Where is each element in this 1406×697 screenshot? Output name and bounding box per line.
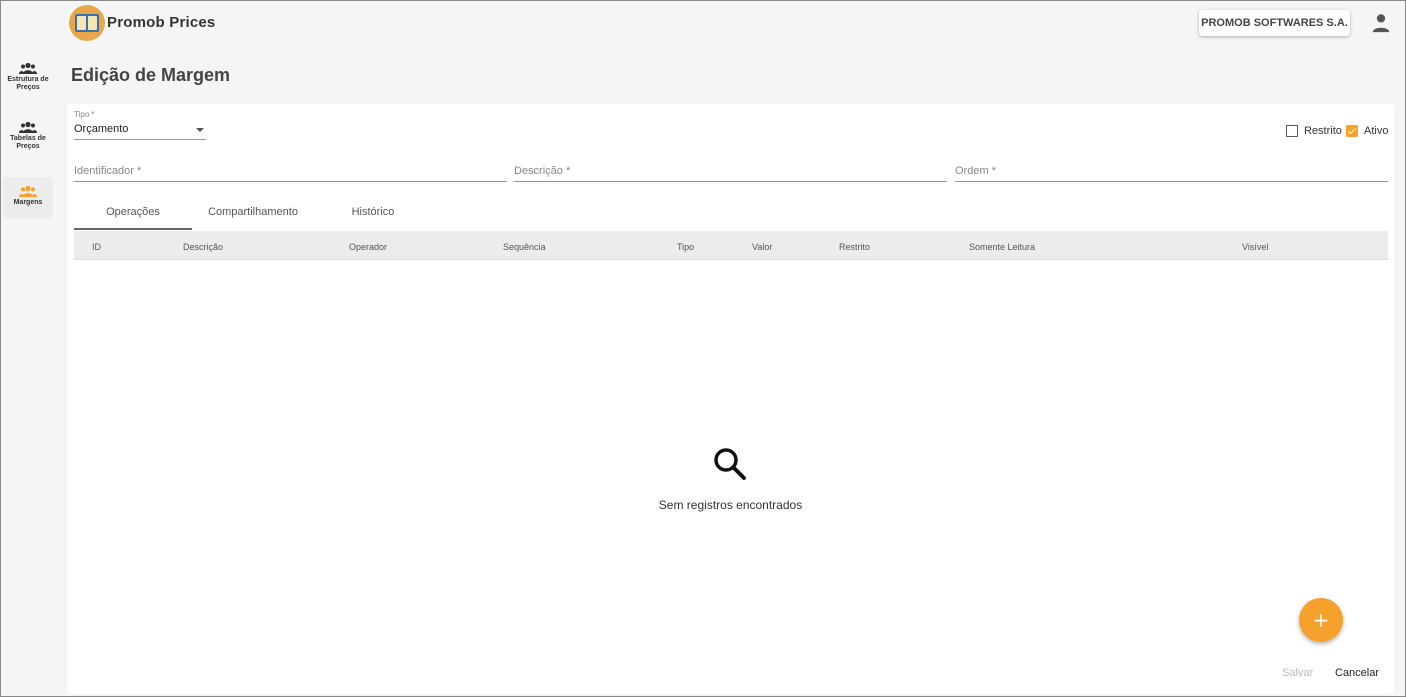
descricao-underline — [514, 181, 947, 182]
column-header-visivel[interactable]: Visível — [1242, 242, 1268, 252]
group-icon — [19, 121, 37, 133]
column-header-restrito[interactable]: Restrito — [839, 242, 870, 252]
column-header-descricao[interactable]: Descrição — [183, 242, 223, 252]
sidebar-item-label: Tabelas de — [10, 135, 46, 142]
tab-operacoes[interactable]: Operações — [74, 206, 192, 218]
empty-state-message: Sem registros encontrados — [658, 498, 803, 512]
search-icon — [714, 448, 746, 480]
tipo-select[interactable]: Orçamento — [74, 123, 128, 135]
tipo-underline — [74, 139, 206, 140]
top-bar: Promob Prices PROMOB SOFTWARES S.A. — [1, 1, 1405, 46]
sidebar: Estrutura de Preços Tabelas de Preços Ma… — [1, 46, 53, 696]
page-title: Edição de Margem — [71, 65, 231, 85]
column-header-valor[interactable]: Valor — [752, 242, 772, 252]
column-header-somente-leitura[interactable]: Somente Leitura — [969, 242, 1035, 252]
chevron-down-icon[interactable] — [196, 128, 204, 132]
ativo-label: Ativo — [1364, 125, 1389, 137]
save-button[interactable]: Salvar — [1282, 667, 1313, 679]
app-logo[interactable] — [69, 5, 105, 41]
company-selector-button[interactable]: PROMOB SOFTWARES S.A. — [1199, 10, 1350, 36]
add-operation-button[interactable]: + — [1299, 598, 1343, 642]
sidebar-item-label: Preços — [16, 84, 40, 91]
sidebar-item-margens[interactable]: Margens — [3, 177, 53, 218]
tab-compartilhamento[interactable]: Compartilhamento — [192, 206, 314, 218]
checkbox-unchecked-icon[interactable] — [1286, 125, 1298, 137]
descricao-field[interactable]: Descrição * — [514, 165, 570, 177]
ordem-underline — [955, 181, 1388, 182]
column-header-sequencia[interactable]: Sequência — [503, 242, 546, 252]
identificador-underline — [74, 181, 507, 182]
active-tab-indicator — [74, 228, 192, 230]
form-card: Tipo * Orçamento Restrito Ativo Identifi… — [67, 104, 1394, 694]
ordem-field[interactable]: Ordem * — [955, 165, 996, 177]
restrito-label: Restrito — [1304, 125, 1342, 137]
restrito-checkbox[interactable]: Restrito — [1286, 125, 1342, 137]
tab-historico[interactable]: Histórico — [314, 206, 432, 218]
group-icon — [19, 62, 37, 74]
column-header-tipo[interactable]: Tipo — [677, 242, 694, 252]
sidebar-item-label: Preços — [16, 143, 40, 150]
identificador-field[interactable]: Identificador * — [74, 165, 141, 177]
column-header-id[interactable]: ID — [92, 242, 101, 252]
group-icon — [19, 185, 37, 197]
column-header-operador[interactable]: Operador — [349, 242, 387, 252]
sidebar-item-label: Margens — [13, 199, 43, 206]
table-header: ID Descrição Operador Sequência Tipo Val… — [74, 231, 1388, 260]
ativo-checkbox[interactable]: Ativo — [1346, 125, 1388, 137]
tipo-label: Tipo * — [74, 110, 95, 119]
sidebar-item-estrutura-precos[interactable]: Estrutura de Preços — [3, 62, 53, 102]
sidebar-item-label: Estrutura de — [7, 76, 49, 83]
app-title: Promob Prices — [107, 14, 216, 31]
sidebar-item-tabelas-precos[interactable]: Tabelas de Preços — [3, 121, 53, 161]
cancel-button[interactable]: Cancelar — [1335, 667, 1379, 679]
user-account-icon[interactable] — [1370, 12, 1392, 34]
checkbox-checked-icon[interactable] — [1346, 125, 1358, 137]
